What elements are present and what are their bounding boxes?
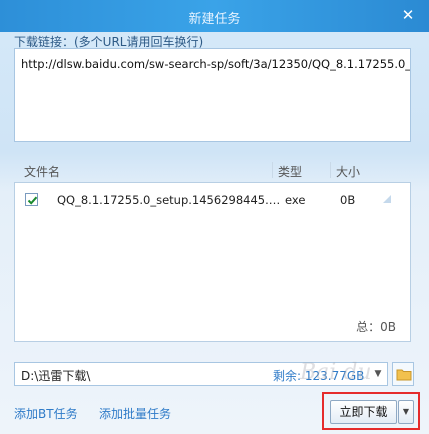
save-path-text: D:\迅雷下载\ bbox=[21, 369, 91, 383]
folder-icon bbox=[396, 369, 412, 381]
column-header-name[interactable]: 文件名 bbox=[24, 163, 60, 180]
table-row[interactable]: QQ_8.1.17255.0_setup.1456298445.exe exe … bbox=[15, 189, 410, 213]
chevron-down-icon[interactable]: ▼ bbox=[371, 367, 385, 381]
url-input[interactable]: http://dlsw.baidu.com/sw-search-sp/soft/… bbox=[14, 48, 411, 142]
triangle-icon bbox=[383, 195, 391, 203]
add-bt-task-link[interactable]: 添加BT任务 bbox=[14, 405, 78, 422]
close-icon[interactable]: ✕ bbox=[399, 6, 417, 24]
file-list-header: 文件名 类型 大小 bbox=[14, 160, 411, 180]
checkmark-icon bbox=[27, 196, 38, 205]
window-title: 新建任务 bbox=[188, 12, 241, 27]
save-path-combobox[interactable]: D:\迅雷下载\ 剩余: 123.77GB ▼ bbox=[14, 362, 388, 386]
total-size: 总：0B bbox=[356, 320, 396, 334]
file-checkbox[interactable] bbox=[25, 193, 38, 206]
column-header-size[interactable]: 大小 bbox=[336, 163, 360, 180]
free-space-label: 剩余: 123.77GB bbox=[273, 369, 365, 383]
title-bar: 新建任务 ✕ bbox=[0, 0, 429, 32]
add-batch-task-link[interactable]: 添加批量任务 bbox=[99, 405, 171, 422]
download-now-button[interactable]: 立即下载 bbox=[330, 400, 397, 424]
column-divider bbox=[272, 162, 273, 178]
download-options-chevron-icon[interactable]: ▼ bbox=[398, 400, 414, 424]
column-divider bbox=[330, 162, 331, 178]
file-name: QQ_8.1.17255.0_setup.1456298445.exe bbox=[57, 193, 283, 207]
file-type: exe bbox=[285, 193, 306, 207]
file-list: QQ_8.1.17255.0_setup.1456298445.exe exe … bbox=[14, 182, 411, 342]
file-size: 0B bbox=[340, 193, 356, 207]
column-header-type[interactable]: 类型 bbox=[278, 163, 302, 180]
browse-folder-button[interactable] bbox=[392, 362, 414, 386]
